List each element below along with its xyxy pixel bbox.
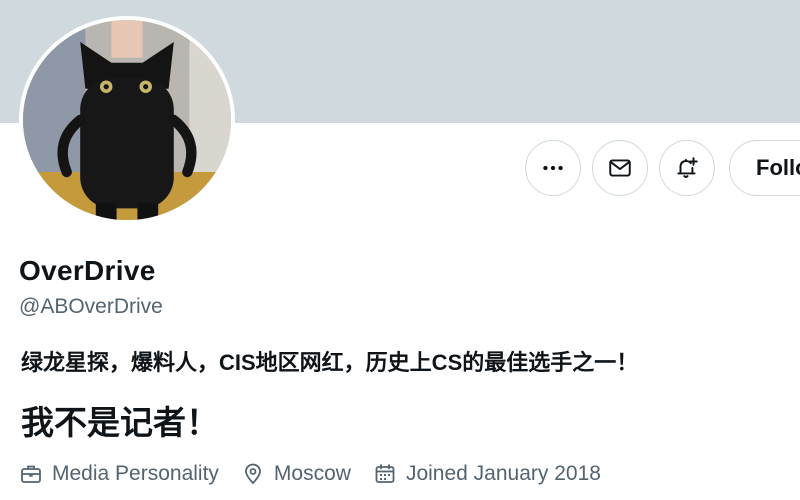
profile-meta: Media Personality Moscow Joined January … xyxy=(19,458,623,490)
profile-avatar[interactable] xyxy=(19,16,235,224)
ellipsis-icon xyxy=(543,165,563,171)
user-handle: @ABOverDrive xyxy=(19,295,163,318)
calendar-icon xyxy=(375,464,395,483)
message-button[interactable] xyxy=(592,140,648,196)
display-name: OverDrive xyxy=(19,255,156,286)
bell-plus-icon xyxy=(677,157,698,178)
follow-label: Follo xyxy=(756,155,800,180)
more-button[interactable] xyxy=(525,140,581,196)
meta-category: Media Personality xyxy=(19,462,219,486)
briefcase-icon xyxy=(21,465,41,483)
bio-line-1: 绿龙星探，爆料人，CIS地区网红，历史上CS的最佳选手之一！ xyxy=(21,350,639,375)
category-text: Media Personality xyxy=(52,462,219,485)
avatar-image xyxy=(23,20,231,220)
map-pin-icon xyxy=(245,463,261,485)
notify-button[interactable] xyxy=(659,140,715,196)
follow-button[interactable]: Follo xyxy=(729,140,800,196)
profile-page: Follo OverDrive @ABOverDrive 绿龙星探，爆料人，CI… xyxy=(0,0,800,500)
meta-joined: Joined January 2018 xyxy=(373,462,601,486)
envelope-icon xyxy=(609,159,631,177)
meta-location: Moscow xyxy=(241,462,351,486)
bio-line-2: 我不是记者！ xyxy=(21,404,219,441)
joined-text: Joined January 2018 xyxy=(405,462,601,485)
location-text: Moscow xyxy=(273,462,351,485)
